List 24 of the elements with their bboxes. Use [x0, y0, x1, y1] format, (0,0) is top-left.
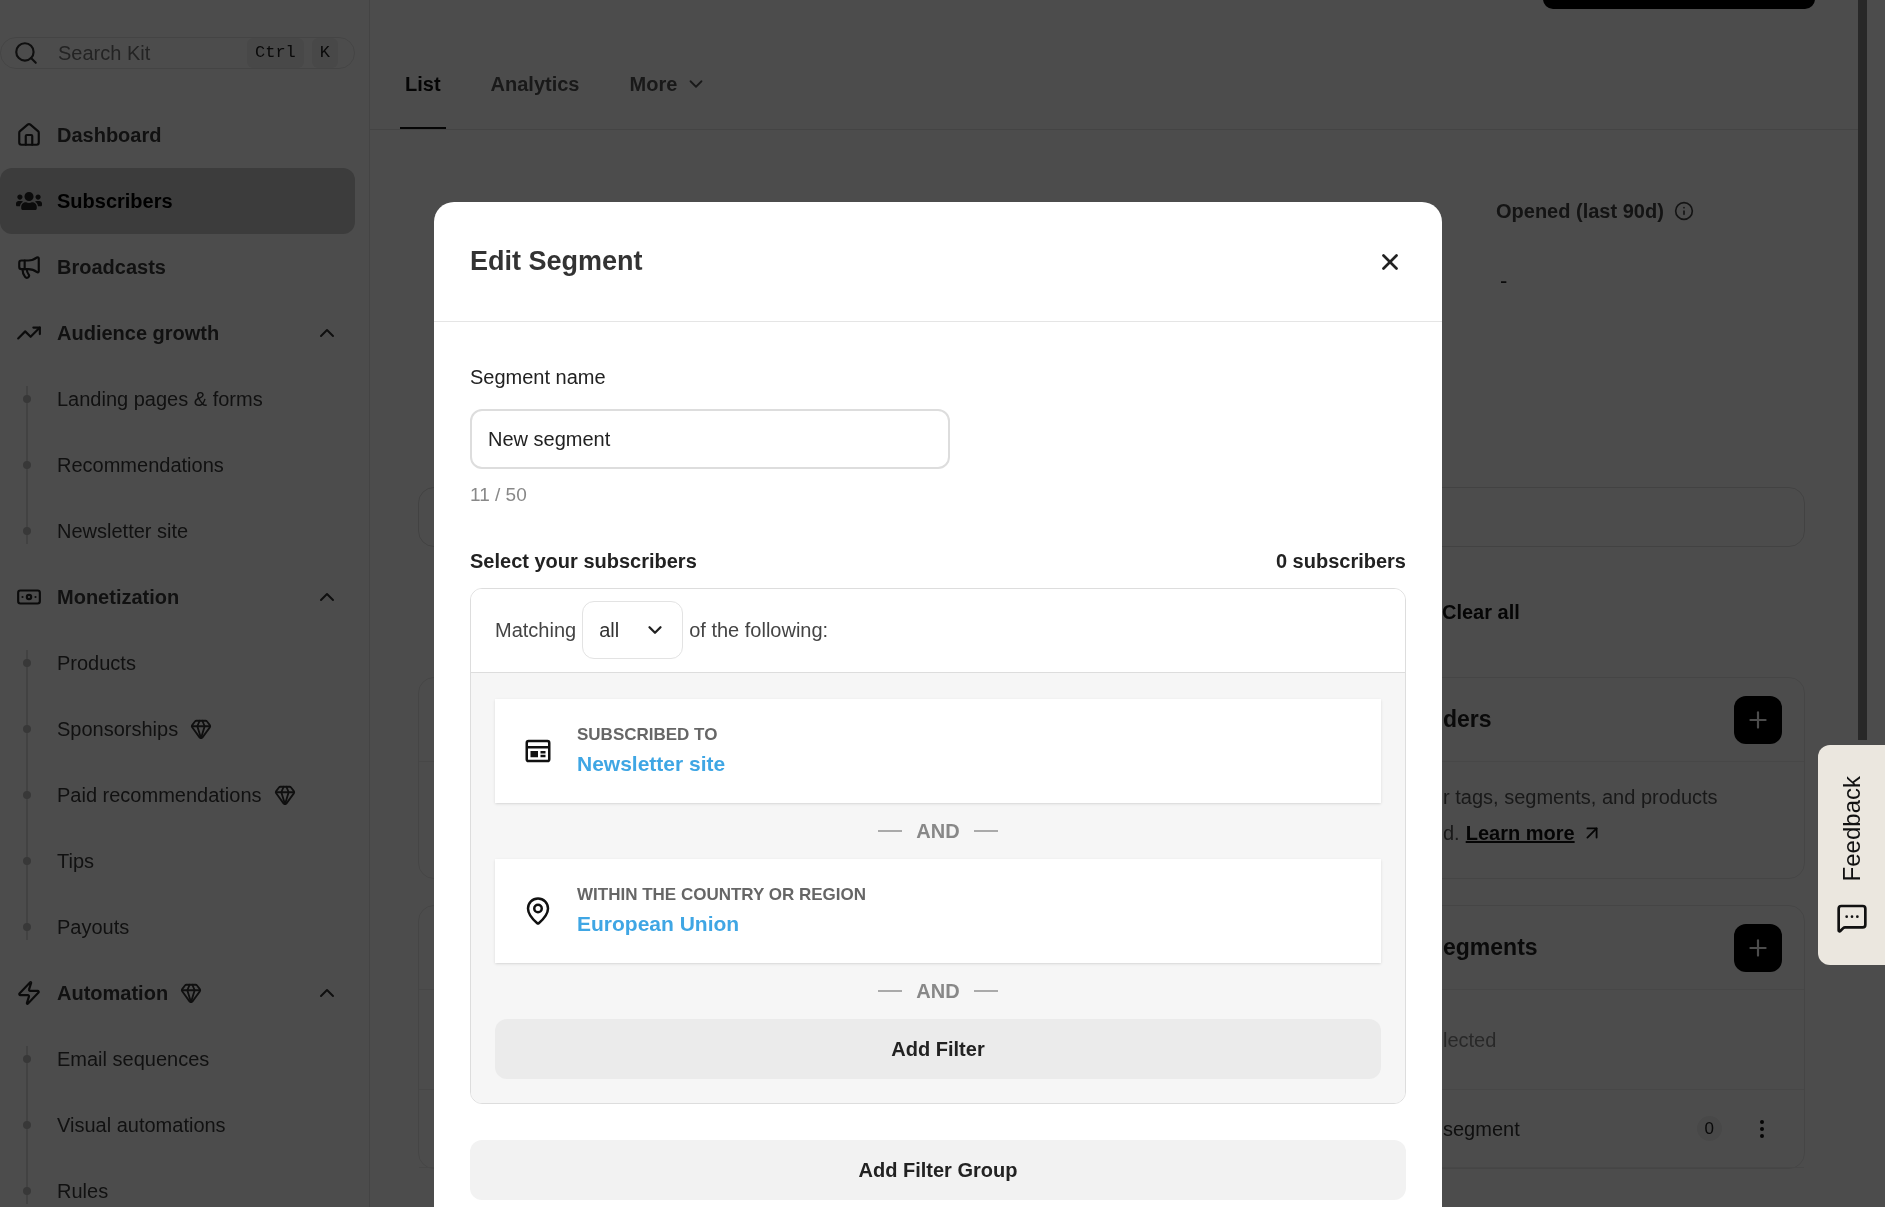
and-label: AND: [916, 978, 960, 1004]
filter-type: SUBSCRIBED TO: [577, 724, 719, 746]
dialog-title: Edit Segment: [470, 245, 643, 279]
card-title: ders: [1443, 705, 1492, 735]
feedback-tab[interactable]: Feedback: [1818, 745, 1885, 965]
stat-value: -: [1499, 267, 1509, 295]
filter-card[interactable]: SUBSCRIBED TO Newsletter site: [495, 698, 1381, 803]
add-filter-group-button[interactable]: Add Filter Group: [470, 1139, 1406, 1200]
segment-name-input[interactable]: New segment: [470, 409, 950, 469]
filter-value[interactable]: European Union: [577, 907, 866, 939]
filter-value[interactable]: Newsletter site: [577, 747, 726, 779]
match-select[interactable]: all: [582, 601, 684, 659]
and-label: AND: [916, 818, 960, 844]
stat-label: Opened (last 90d): [1496, 199, 1664, 224]
field-label: Segment name: [470, 365, 607, 390]
character-counter: 11 / 50: [470, 483, 528, 507]
matching-label: Matching: [495, 618, 577, 643]
filter-type: WITHIN THE COUNTRY OR REGION: [577, 884, 866, 906]
section-label: Select your subscribers: [470, 548, 697, 574]
card-title: egments: [1443, 933, 1538, 963]
matching-suffix: of the following:: [689, 618, 829, 643]
filter-card[interactable]: WITHIN THE COUNTRY OR REGION European Union: [495, 858, 1381, 963]
subscriber-count: 0 subscribers: [1275, 548, 1406, 574]
add-filter-button[interactable]: Add Filter: [495, 1018, 1381, 1079]
